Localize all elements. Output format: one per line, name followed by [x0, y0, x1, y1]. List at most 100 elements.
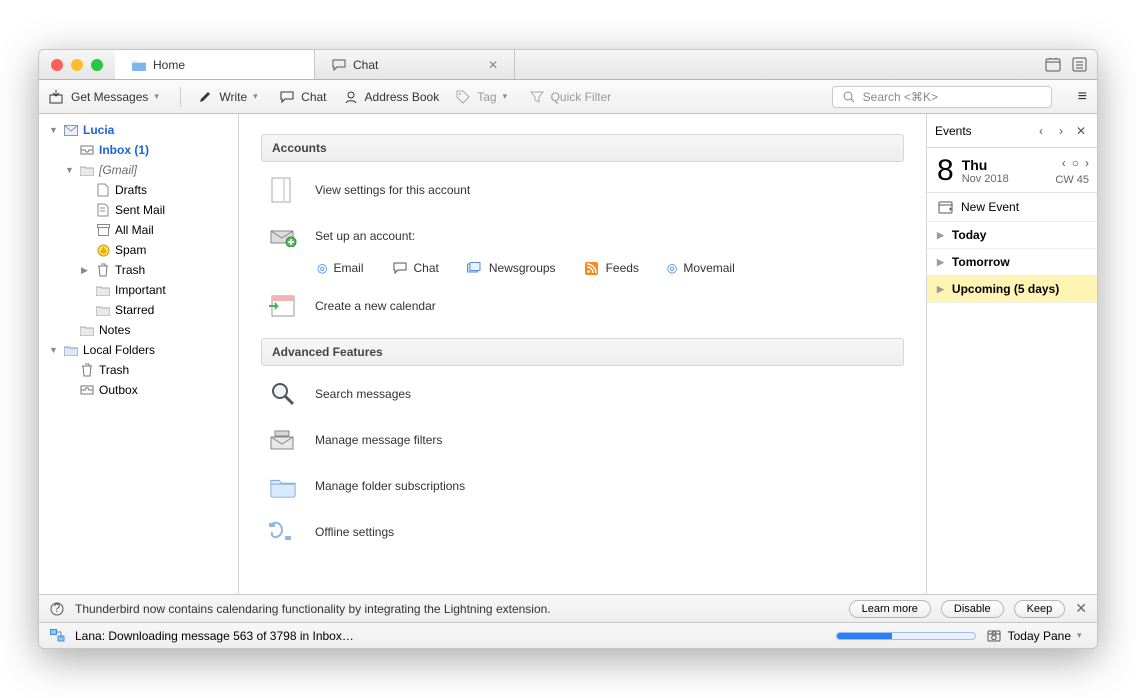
accounts-heading: Accounts	[261, 134, 904, 162]
notes-row[interactable]: Notes	[39, 320, 238, 340]
events-close-button[interactable]: ✕	[1073, 124, 1089, 138]
calendar-week: CW 45	[1055, 174, 1089, 186]
tomorrow-section[interactable]: ▶Tomorrow	[927, 249, 1097, 276]
chat-icon	[331, 57, 347, 73]
advanced-heading: Advanced Features	[261, 338, 904, 366]
setup-chat-link[interactable]: Chat	[392, 260, 439, 276]
archive-icon	[95, 222, 111, 238]
folder-subscriptions-link[interactable]: Manage folder subscriptions	[269, 472, 904, 500]
chevron-down-icon: ▾	[253, 91, 263, 102]
tab-chat-label: Chat	[353, 58, 378, 72]
chevron-down-icon: ▾	[503, 91, 513, 102]
new-calendar-icon	[269, 292, 297, 320]
body: ▼Lucia Inbox (1) ▼[Gmail] Drafts Sent Ma…	[39, 114, 1097, 594]
sent-row[interactable]: Sent Mail	[39, 200, 238, 220]
setup-email-link[interactable]: ◎Email	[317, 260, 364, 276]
account-row[interactable]: ▼Lucia	[39, 120, 238, 140]
search-messages-icon	[269, 380, 297, 408]
write-button[interactable]: Write ▾	[197, 89, 263, 105]
folder-tree: ▼Lucia Inbox (1) ▼[Gmail] Drafts Sent Ma…	[39, 114, 239, 594]
day-number: 8	[937, 156, 954, 186]
setup-movemail-link[interactable]: ◎Movemail	[667, 260, 735, 276]
important-row[interactable]: Important	[39, 280, 238, 300]
trash-icon	[95, 262, 111, 278]
pencil-icon	[197, 89, 213, 105]
outbox-row[interactable]: Outbox	[39, 380, 238, 400]
sent-icon	[95, 202, 111, 218]
notification-text: Thunderbird now contains calendaring fun…	[75, 602, 839, 616]
folder-icon	[95, 282, 111, 298]
tab-home[interactable]: Home	[115, 50, 315, 79]
chevron-down-icon: ▾	[1077, 630, 1087, 641]
setup-feeds-link[interactable]: Feeds	[584, 260, 639, 276]
svg-text:8: 8	[990, 629, 997, 642]
tab-close-icon[interactable]: ✕	[488, 58, 498, 72]
quick-filter-button[interactable]: Quick Filter	[529, 89, 612, 105]
titlebar-right	[1035, 50, 1097, 79]
new-event-button[interactable]: New Event	[927, 193, 1097, 222]
trash-row[interactable]: ▶Trash	[39, 260, 238, 280]
account-settings-icon	[269, 176, 297, 204]
address-book-button[interactable]: Address Book	[343, 89, 440, 105]
tab-chat[interactable]: Chat ✕	[315, 50, 515, 79]
drafts-icon	[95, 182, 111, 198]
app-menu-button[interactable]: ≡	[1078, 88, 1087, 106]
spam-row[interactable]: Spam	[39, 240, 238, 260]
notification-close-button[interactable]: ✕	[1075, 600, 1087, 617]
local-folders-row[interactable]: ▼Local Folders	[39, 340, 238, 360]
local-trash-row[interactable]: Trash	[39, 360, 238, 380]
status-bar: Lana: Downloading message 563 of 3798 in…	[39, 622, 1097, 648]
starred-row[interactable]: Starred	[39, 300, 238, 320]
calendar-icon[interactable]	[1045, 57, 1061, 73]
mail-account-icon	[63, 122, 79, 138]
minimize-window-button[interactable]	[71, 59, 83, 71]
setup-account-heading: Set up an account:	[269, 222, 904, 250]
today-pane-icon: 8	[986, 628, 1002, 644]
create-calendar-link[interactable]: Create a new calendar	[269, 292, 904, 320]
keep-button[interactable]: Keep	[1014, 600, 1066, 618]
message-filters-link[interactable]: Manage message filters	[269, 426, 904, 454]
today-pane-toggle[interactable]: 8 Today Pane ▾	[986, 628, 1087, 644]
folder-icon	[95, 302, 111, 318]
allmail-row[interactable]: All Mail	[39, 220, 238, 240]
chat-icon	[392, 260, 408, 276]
svg-text:?: ?	[54, 602, 61, 615]
learn-more-button[interactable]: Learn more	[849, 600, 931, 618]
newsgroups-icon	[467, 260, 483, 276]
upcoming-section[interactable]: ▶Upcoming (5 days)	[927, 276, 1097, 303]
toolbar-chat-button[interactable]: Chat	[279, 89, 326, 105]
events-header: Events ‹ › ✕	[927, 114, 1097, 148]
date-box: 8 Thu Nov 2018 ‹ ○ › CW 45	[927, 148, 1097, 193]
events-title: Events	[935, 124, 1029, 138]
drafts-row[interactable]: Drafts	[39, 180, 238, 200]
search-messages-link[interactable]: Search messages	[269, 380, 904, 408]
search-input[interactable]: Search <⌘K>	[832, 86, 1052, 108]
offline-settings-link[interactable]: Offline settings	[269, 518, 904, 546]
disable-button[interactable]: Disable	[941, 600, 1004, 618]
today-section[interactable]: ▶Today	[927, 222, 1097, 249]
titlebar: Home Chat ✕	[39, 50, 1097, 80]
offline-icon	[269, 518, 297, 546]
date-prev-button[interactable]: ‹	[1062, 156, 1066, 170]
close-window-button[interactable]	[51, 59, 63, 71]
gmail-folder-row[interactable]: ▼[Gmail]	[39, 160, 238, 180]
progress-bar	[836, 632, 976, 640]
setup-newsgroups-link[interactable]: Newsgroups	[467, 260, 556, 276]
chevron-down-icon: ▾	[154, 91, 164, 102]
get-messages-button[interactable]: Get Messages ▾	[49, 89, 164, 105]
app-window: Home Chat ✕ Get Messages ▾ Write ▾	[38, 49, 1098, 649]
date-today-button[interactable]: ○	[1072, 156, 1079, 170]
zoom-window-button[interactable]	[91, 59, 103, 71]
view-settings-link[interactable]: View settings for this account	[269, 176, 904, 204]
inbox-icon	[79, 142, 95, 158]
filters-icon	[269, 426, 297, 454]
tasks-icon[interactable]	[1071, 57, 1087, 73]
folder-icon	[79, 162, 95, 178]
events-prev-button[interactable]: ‹	[1033, 124, 1049, 138]
events-next-button[interactable]: ›	[1053, 124, 1069, 138]
tab-home-label: Home	[153, 58, 185, 72]
date-next-button[interactable]: ›	[1085, 156, 1089, 170]
inbox-row[interactable]: Inbox (1)	[39, 140, 238, 160]
search-placeholder: Search <⌘K>	[863, 90, 938, 104]
tag-button[interactable]: Tag ▾	[455, 89, 512, 105]
